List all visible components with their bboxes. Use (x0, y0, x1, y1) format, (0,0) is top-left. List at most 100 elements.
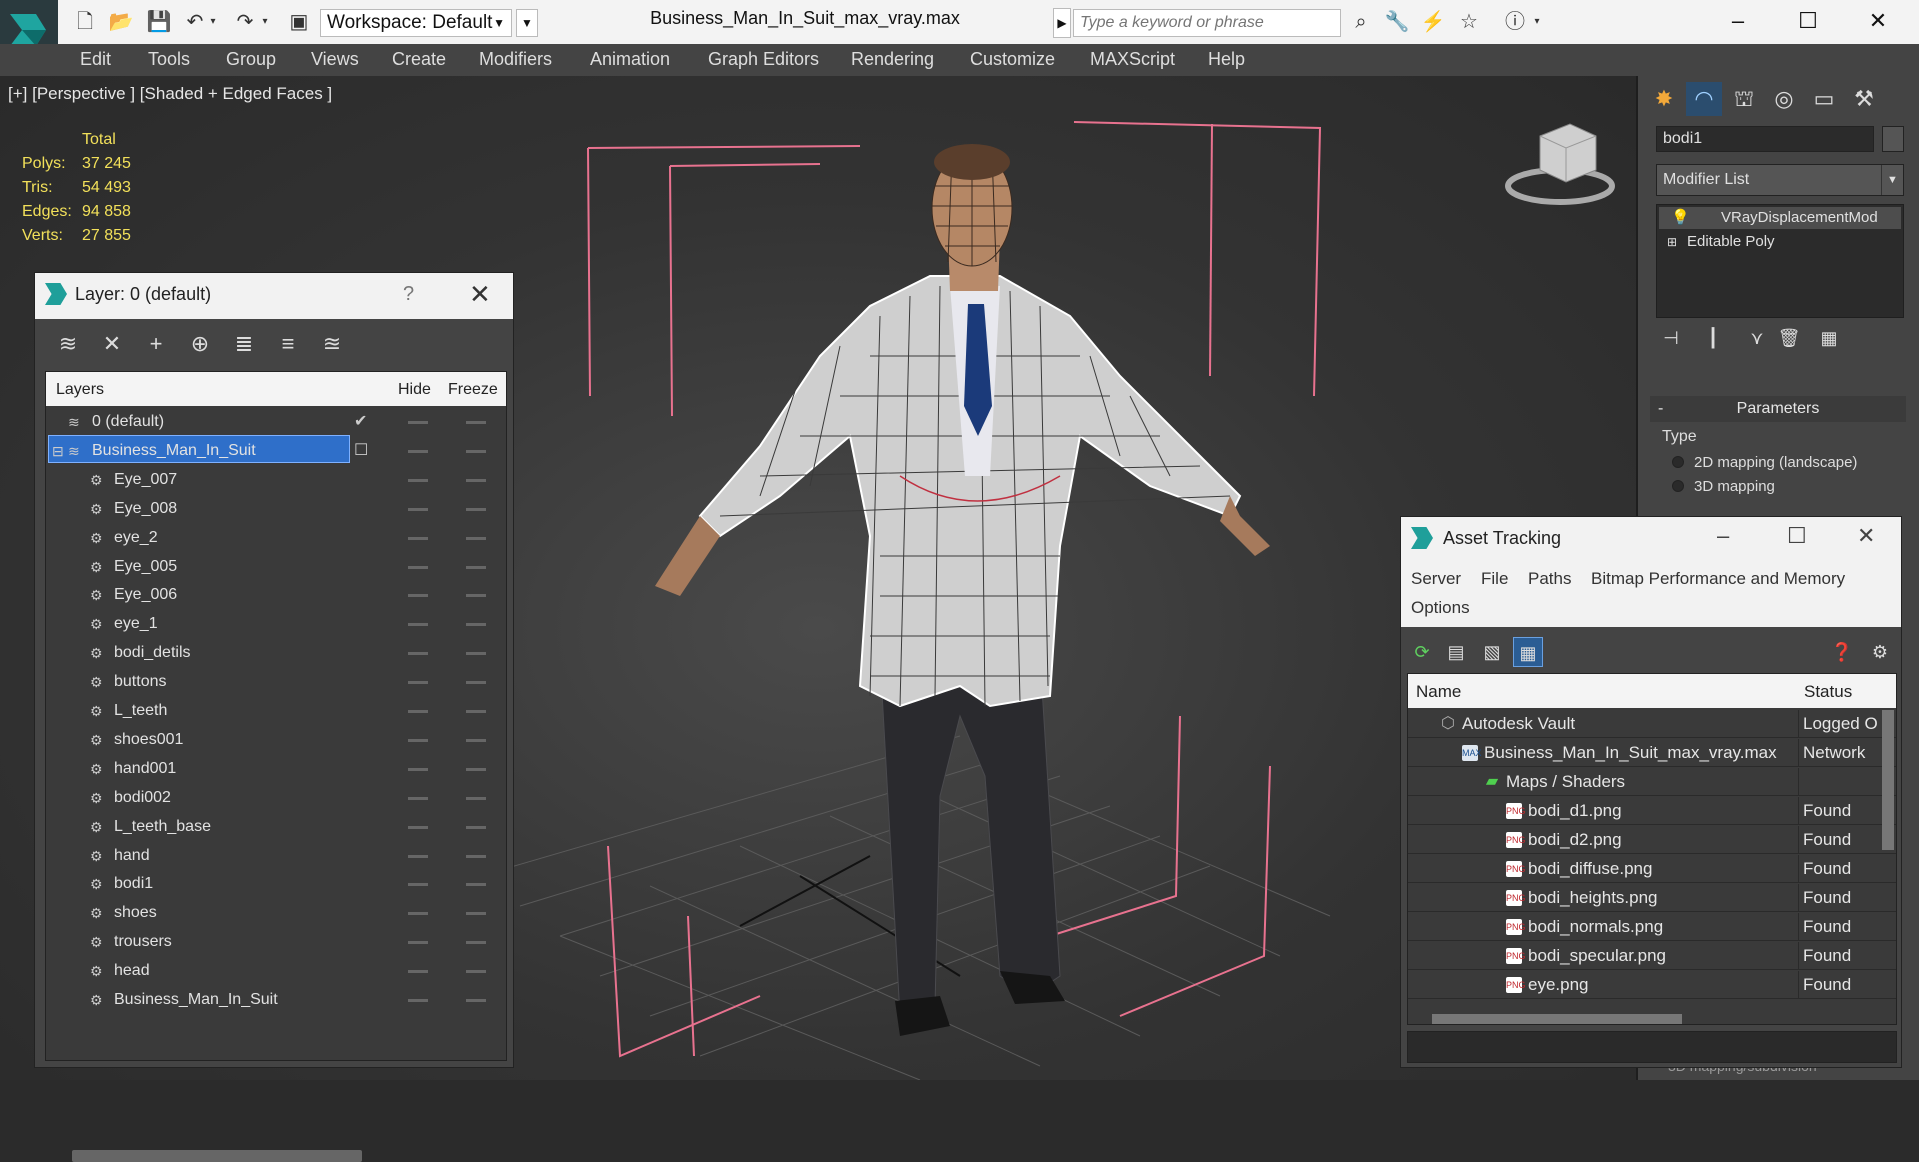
current-layer-check-icon[interactable]: ✔ (354, 408, 367, 436)
connect-icon[interactable]: ⚡ (1420, 10, 1446, 34)
asset-menu-file[interactable]: File (1481, 569, 1508, 589)
asset-row[interactable]: PNG bodi_diffuse.png Found (1408, 855, 1896, 883)
column-name[interactable]: Name (1416, 682, 1461, 702)
asset-menu-bitmap-performance[interactable]: Bitmap Performance and Memory (1591, 569, 1845, 589)
set-current-layer-icon[interactable]: ≊ (315, 327, 349, 361)
minimize-button[interactable]: – (1718, 4, 1758, 38)
layer-row[interactable]: ⚙ bodi1 (46, 870, 506, 898)
freeze-toggle[interactable] (466, 796, 486, 800)
configure-modifier-sets-icon[interactable]: ▦ (1814, 328, 1844, 356)
modify-tab-icon[interactable]: ◠ (1686, 82, 1722, 116)
add-to-layer-icon[interactable]: ⊕ (183, 327, 217, 361)
column-status[interactable]: Status (1804, 682, 1852, 702)
hide-toggle[interactable] (408, 594, 428, 598)
asset-row[interactable]: ▰ Maps / Shaders (1408, 768, 1896, 796)
layer-row[interactable]: ⚙ Eye_007 (46, 466, 506, 494)
set-current-checkbox-icon[interactable]: ☐ (354, 437, 368, 465)
close-button[interactable]: ✕ (1858, 4, 1898, 38)
column-freeze[interactable]: Freeze (448, 381, 498, 399)
asset-row[interactable]: PNG bodi_specular.png Found (1408, 942, 1896, 970)
freeze-toggle[interactable] (466, 623, 486, 627)
favorites-star-icon[interactable]: ☆ (1456, 10, 1482, 34)
layer-row[interactable]: ⚙ bodi002 (46, 784, 506, 812)
layer-row[interactable]: ⚙ Eye_005 (46, 553, 506, 581)
help-dropdown-icon[interactable]: ▾ (1530, 10, 1544, 34)
hide-toggle[interactable] (408, 478, 428, 482)
column-hide[interactable]: Hide (398, 381, 431, 399)
highlight-selected-icon[interactable]: ≡ (271, 327, 305, 361)
new-file-icon[interactable]: 🗋 (72, 10, 98, 34)
asset-menu-options[interactable]: Options (1411, 598, 1470, 618)
utilities-tab-icon[interactable]: ⚒ (1846, 82, 1882, 116)
menu-tools[interactable]: Tools (148, 49, 190, 70)
freeze-toggle[interactable] (466, 883, 486, 887)
redo-icon[interactable]: ↷ (232, 10, 258, 34)
hide-toggle[interactable] (408, 623, 428, 627)
hide-toggle[interactable] (408, 825, 428, 829)
asset-status-field[interactable] (1407, 1031, 1897, 1063)
asset-row[interactable]: PNG bodi_d2.png Found (1408, 826, 1896, 854)
layer-dialog-titlebar[interactable]: Layer: 0 (default) ? ✕ (35, 273, 513, 319)
radio-3d-mapping[interactable]: 3D mapping (1672, 478, 1872, 495)
expand-plus-icon[interactable]: ⊞ (1667, 231, 1677, 253)
asset-row[interactable]: PNG bodi_d1.png Found (1408, 797, 1896, 825)
show-end-result-icon[interactable]: ┃ (1698, 328, 1728, 356)
freeze-toggle[interactable] (466, 970, 486, 974)
hide-toggle[interactable] (408, 999, 428, 1002)
thumbnail-view-icon[interactable]: ▧ (1477, 637, 1507, 667)
menu-modifiers[interactable]: Modifiers (479, 49, 552, 70)
search-expand-button[interactable]: ▶ (1053, 8, 1071, 38)
modifier-list-dropdown[interactable]: Modifier List ▼ (1656, 164, 1904, 196)
motion-tab-icon[interactable]: ◎ (1766, 82, 1802, 116)
collapse-icon[interactable]: ⊟ (52, 437, 64, 465)
layer-row[interactable]: ⚙ L_teeth (46, 697, 506, 725)
layer-row[interactable]: ⚙ eye_1 (46, 610, 506, 638)
layer-horizontal-scrollbar[interactable] (72, 1150, 362, 1162)
menu-rendering[interactable]: Rendering (851, 49, 934, 70)
asset-row[interactable]: ⬡ Autodesk Vault Logged O (1408, 710, 1896, 738)
hide-toggle[interactable] (408, 536, 428, 540)
layer-row[interactable]: ⚙ trousers (46, 928, 506, 956)
undo-dropdown-icon[interactable]: ▾ (206, 10, 220, 34)
list-view-icon[interactable]: ▤ (1441, 637, 1471, 667)
radio-2d-mapping[interactable]: 2D mapping (landscape) (1672, 454, 1872, 471)
binoculars-icon[interactable]: ⌕ (1348, 10, 1374, 34)
layer-row[interactable]: ⚙ head (46, 957, 506, 985)
freeze-toggle[interactable] (466, 536, 486, 540)
asset-maximize-button[interactable]: ☐ (1787, 523, 1807, 549)
hide-toggle[interactable] (408, 796, 428, 800)
pin-stack-icon[interactable]: ⊣ (1656, 328, 1686, 356)
hide-toggle[interactable] (408, 421, 428, 424)
stack-item-editable-poly[interactable]: ⊞ Editable Poly (1659, 231, 1901, 253)
layer-row[interactable]: ⚙ buttons (46, 668, 506, 696)
asset-row[interactable]: PNG bodi_normals.png Found (1408, 913, 1896, 941)
hide-toggle[interactable] (408, 652, 428, 656)
layer-row[interactable]: ⚙ Eye_008 (46, 495, 506, 523)
delete-layer-icon[interactable]: ✕ (95, 327, 129, 361)
layer-select-icon[interactable]: ≋ (51, 327, 85, 361)
column-layers[interactable]: Layers (56, 381, 104, 399)
hide-toggle[interactable] (408, 941, 428, 945)
freeze-toggle[interactable] (466, 941, 486, 945)
lightbulb-icon[interactable]: 💡 (1671, 207, 1690, 229)
menu-customize[interactable]: Customize (970, 49, 1055, 70)
menu-graph-editors[interactable]: Graph Editors (708, 49, 819, 70)
redo-dropdown-icon[interactable]: ▾ (258, 10, 272, 34)
freeze-toggle[interactable] (466, 681, 486, 685)
layer-row[interactable]: ⚙ eye_2 (46, 524, 506, 552)
hide-toggle[interactable] (408, 970, 428, 974)
menu-help[interactable]: Help (1208, 49, 1245, 70)
select-objects-icon[interactable]: ≣ (227, 327, 261, 361)
asset-menu-paths[interactable]: Paths (1528, 569, 1571, 589)
make-unique-icon[interactable]: ⋎ (1742, 328, 1772, 356)
menu-animation[interactable]: Animation (590, 49, 670, 70)
freeze-toggle[interactable] (466, 594, 486, 598)
layer-row[interactable]: ⚙ L_teeth_base (46, 813, 506, 841)
layer-row[interactable]: ⚙ hand001 (46, 755, 506, 783)
hide-toggle[interactable] (408, 710, 428, 713)
object-color-swatch[interactable] (1882, 126, 1904, 152)
hierarchy-tab-icon[interactable]: ⛫ (1726, 82, 1762, 116)
maximize-button[interactable]: ☐ (1788, 4, 1828, 38)
asset-vertical-scrollbar[interactable] (1882, 710, 1894, 850)
search-input[interactable] (1073, 9, 1341, 37)
